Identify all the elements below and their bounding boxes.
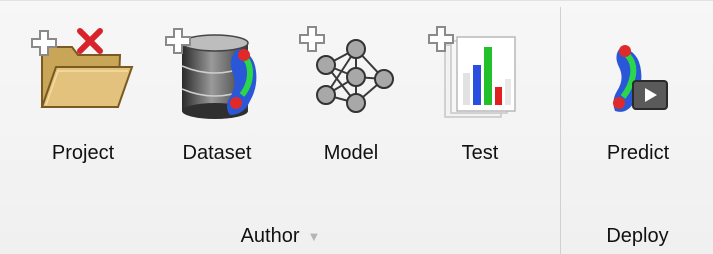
database-add-icon xyxy=(162,21,272,121)
chart-report-add-icon xyxy=(425,21,535,121)
test-button[interactable]: Test xyxy=(420,9,540,179)
model-button[interactable]: Model xyxy=(291,9,411,179)
deploy-group: Predict Deploy xyxy=(562,1,713,254)
predict-play-icon xyxy=(583,21,693,121)
neural-network-add-icon xyxy=(296,21,406,121)
project-label: Project xyxy=(51,142,115,164)
group-divider xyxy=(560,7,561,254)
predict-label: Predict xyxy=(606,142,670,164)
folder-remove-icon xyxy=(28,21,138,121)
project-button[interactable]: Project xyxy=(23,9,143,179)
author-group-label[interactable]: Author ▼ xyxy=(0,225,561,248)
chevron-down-icon[interactable]: ▼ xyxy=(308,229,321,244)
predict-button[interactable]: Predict xyxy=(578,9,698,179)
ribbon-toolbar: Project Dataset Model Test Author ▼ Pred… xyxy=(0,0,713,254)
dataset-button[interactable]: Dataset xyxy=(157,9,277,179)
deploy-group-label: Deploy xyxy=(606,225,669,247)
author-group: Project Dataset Model Test Author ▼ xyxy=(0,1,561,254)
author-label: Author xyxy=(240,225,300,247)
dataset-label: Dataset xyxy=(182,142,252,164)
model-label: Model xyxy=(323,142,379,164)
test-label: Test xyxy=(461,142,499,164)
